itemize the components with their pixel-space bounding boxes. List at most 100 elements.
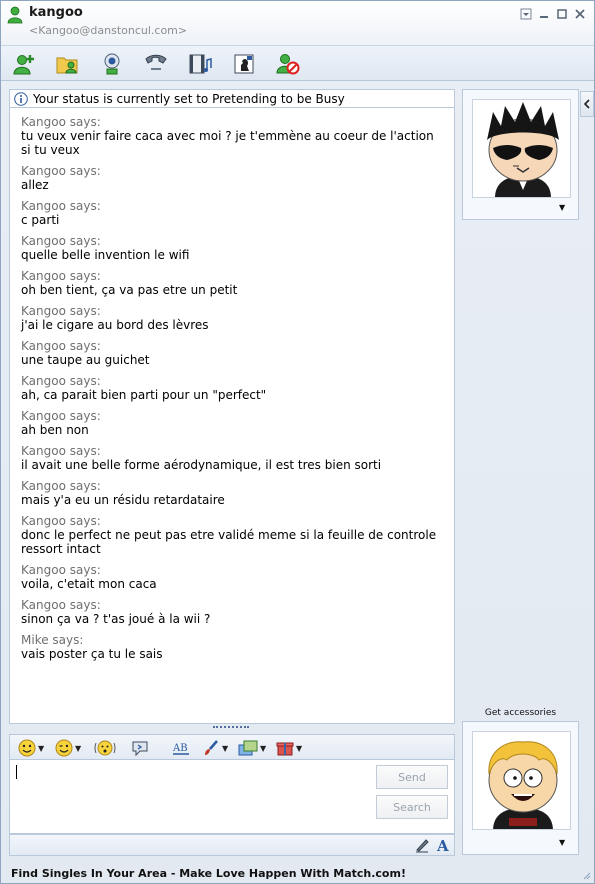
message-item: Kangoo says: allez [21, 164, 441, 192]
message-list: Kangoo says: tu veux venir faire caca ave… [21, 115, 441, 668]
paintbrush-icon [205, 740, 218, 755]
chevron-down-icon: ▼ [296, 743, 303, 753]
speech-bubble-icon [132, 741, 148, 757]
message-item: Kangoo says: oh ben tient, ça va pas etre… [21, 269, 441, 297]
contact-avatar [473, 100, 570, 197]
toolbar [1, 45, 594, 81]
handwriting-button[interactable] [414, 837, 430, 856]
own-display-picture[interactable] [472, 731, 571, 830]
background-button[interactable]: ▼ [202, 738, 228, 758]
message-sender: Kangoo says: [21, 479, 101, 493]
message-text: une taupe au guichet [21, 353, 150, 367]
nudge-button[interactable] [94, 738, 116, 758]
invite-contact-button[interactable] [10, 51, 38, 77]
format-toolbar: ▼ ▼ AB ▼ ▼ ▼ [9, 734, 455, 760]
message-sender: Mike says: [21, 633, 84, 647]
message-item: Kangoo says: sinon ça va ? t'as joué à la… [21, 598, 441, 626]
smiley-icon [18, 739, 36, 757]
contact-email: <Kangoo@danstoncul.com> [29, 24, 188, 37]
chevron-down-icon: ▼ [38, 743, 45, 753]
emoticon-button[interactable]: ▼ [18, 738, 44, 758]
phone-icon [145, 54, 167, 70]
message-text: donc le perfect ne peut pas etre validé … [21, 528, 437, 556]
menu-dropdown-icon [520, 8, 532, 20]
message-item: Kangoo says: donc le perfect ne peut pas … [21, 514, 441, 556]
typing-mode-button[interactable]: A [436, 836, 452, 857]
minimize-icon [540, 16, 548, 18]
message-sender: Kangoo says: [21, 164, 101, 178]
status-text: Your status is currently set to Pretendi… [33, 92, 345, 106]
title-bar: kangoo <Kangoo@danstoncul.com> [1, 1, 594, 45]
chevron-left-icon [583, 99, 590, 109]
message-sender: Kangoo says: [21, 304, 101, 318]
message-text: allez [21, 178, 49, 192]
send-files-button[interactable] [54, 51, 82, 77]
photo-share-icon [238, 740, 258, 756]
message-sender: Kangoo says: [21, 563, 101, 577]
message-item: Kangoo says: voila, c'etait mon caca [21, 563, 441, 591]
film-music-icon [189, 54, 212, 74]
conversation-history[interactable]: Kangoo says: tu veux venir faire caca ave… [9, 108, 455, 724]
resize-grip-icon[interactable] [581, 870, 591, 880]
chevron-down-icon: ▼ [75, 743, 82, 753]
wink-icon [55, 739, 73, 757]
font-button[interactable]: AB [172, 738, 190, 758]
menu-button[interactable] [518, 7, 534, 21]
text-caret [16, 765, 17, 779]
own-picture-panel: ▼ [462, 721, 579, 855]
message-text: il avait une belle forme aérodynamique, … [21, 458, 382, 472]
message-text: voila, c'etait mon caca [21, 577, 157, 591]
window-controls [518, 7, 588, 21]
message-text: oh ben tient, ça va pas etre un petit [21, 283, 238, 297]
send-photo-button[interactable]: ▼ [238, 738, 266, 758]
games-button[interactable] [230, 51, 258, 77]
conversation-window: kangoo <Kangoo@danstoncul.com> Your stat… [0, 0, 595, 884]
search-button[interactable]: Search [376, 795, 448, 819]
input-mode-bar: A [9, 834, 455, 856]
send-button[interactable]: Send [376, 765, 448, 789]
message-sender: Kangoo says: [21, 444, 101, 458]
voice-call-button[interactable] [142, 51, 170, 77]
block-button[interactable] [274, 51, 302, 77]
contact-display-picture[interactable] [472, 99, 571, 198]
message-sender: Kangoo says: [21, 115, 101, 129]
message-item: Kangoo says: mais y'a eu un résidu retard… [21, 479, 441, 507]
chevron-down-icon[interactable]: ▼ [559, 203, 565, 212]
message-sender: Kangoo says: [21, 409, 101, 423]
video-call-button[interactable] [98, 51, 126, 77]
minimize-button[interactable] [536, 7, 552, 21]
activities-button[interactable] [186, 51, 214, 77]
advertisement-link[interactable]: Find Singles In Your Area - Make Love Ha… [11, 867, 406, 880]
gift-button[interactable]: ▼ [276, 738, 302, 758]
message-input[interactable]: Send Search [9, 760, 455, 834]
message-text: j'ai le cigare au bord des lèvres [21, 318, 209, 332]
chevron-down-icon: ▼ [260, 743, 267, 753]
message-text: ah, ca parait bien parti pour un "perfec… [21, 388, 267, 402]
message-sender: Kangoo says: [21, 199, 101, 213]
maximize-icon [557, 9, 567, 19]
message-text: tu veux venir faire caca avec moi ? je t… [21, 129, 434, 157]
message-text: c parti [21, 213, 60, 227]
add-contact-icon [13, 55, 34, 75]
message-sender: Kangoo says: [21, 269, 101, 283]
collapse-pane-button[interactable] [580, 91, 594, 117]
maximize-button[interactable] [554, 7, 570, 21]
user-avatar [473, 732, 570, 829]
wink-button[interactable]: ▼ [55, 738, 81, 758]
close-button[interactable] [572, 7, 588, 21]
info-icon [14, 92, 28, 106]
status-banner: Your status is currently set to Pretendi… [9, 89, 455, 108]
svg-text:AB: AB [172, 743, 188, 754]
voice-clip-button[interactable] [131, 738, 149, 758]
get-accessories-link[interactable]: Get accessories [462, 708, 579, 718]
pane-splitter[interactable] [213, 726, 249, 730]
chevron-down-icon[interactable]: ▼ [559, 838, 565, 847]
nudge-icon [94, 740, 116, 756]
webcam-icon [104, 53, 120, 75]
message-sender: Kangoo says: [21, 598, 101, 612]
message-sender: Kangoo says: [21, 374, 101, 388]
message-item: Kangoo says: c parti [21, 199, 441, 227]
message-item: Kangoo says: une taupe au guichet [21, 339, 441, 367]
message-text: ah ben non [21, 423, 89, 437]
font-style-icon: AB [172, 743, 189, 755]
